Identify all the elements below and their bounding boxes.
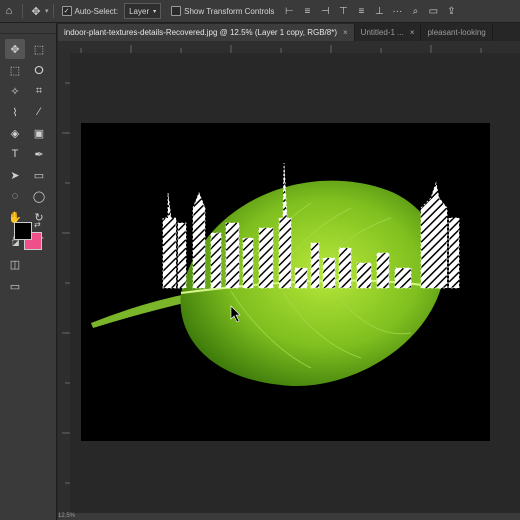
- zoom-readout[interactable]: 12.5%: [58, 513, 75, 519]
- crop-tool-icon[interactable]: ⌗: [29, 81, 49, 101]
- ruler-ticks: [62, 82, 70, 484]
- close-icon[interactable]: ×: [343, 28, 348, 37]
- eraser-icon[interactable]: ◈: [5, 123, 25, 143]
- magic-wand-icon[interactable]: ✧: [5, 81, 25, 101]
- show-transform-label: Show Transform Controls: [184, 6, 275, 16]
- options-bar: ⌂ ✥ ▾ ✓ Auto-Select: Layer ▾ Show Transf…: [0, 0, 520, 23]
- tab-document-2[interactable]: Untitled-1 ... ×: [355, 24, 422, 41]
- move-tool-icon[interactable]: ✥: [5, 39, 25, 59]
- more-options-icon[interactable]: ···: [390, 4, 404, 18]
- tab-label: pleasant-looking: [427, 28, 486, 37]
- lasso-tool-icon[interactable]: ⵔ: [29, 60, 49, 80]
- rectangle-tool-icon[interactable]: ▭: [29, 165, 49, 185]
- brush-tool-icon[interactable]: ⁄: [29, 102, 49, 122]
- marquee-tool-icon[interactable]: ⬚: [5, 60, 25, 80]
- close-icon[interactable]: ×: [410, 28, 415, 37]
- status-bar: 12.5%: [58, 513, 520, 520]
- type-tool-icon[interactable]: T: [5, 144, 25, 164]
- path-selection-icon[interactable]: ➤: [5, 165, 25, 185]
- align-top-icon[interactable]: ⊤: [336, 4, 350, 18]
- layer-select[interactable]: Layer ▾: [124, 3, 162, 19]
- tab-label: indoor-plant-textures-details-Recovered.…: [64, 28, 337, 37]
- align-middle-icon[interactable]: ≡: [354, 4, 368, 18]
- document-tabs: indoor-plant-textures-details-Recovered.…: [58, 23, 520, 41]
- align-buttons: ⊢ ≡ ⊣ ⊤ ≡ ⊥ ··· ⌕ ▭ ⇪: [282, 4, 458, 18]
- tab-document-1[interactable]: indoor-plant-textures-details-Recovered.…: [58, 24, 355, 41]
- artboard-tool-icon[interactable]: ⬚: [29, 39, 49, 59]
- workspace-icon[interactable]: ▭: [426, 4, 440, 18]
- move-tool-icon[interactable]: ✥: [27, 0, 45, 22]
- eyedropper-icon[interactable]: ⌇: [5, 102, 25, 122]
- screen-mode-icon[interactable]: ▭: [5, 276, 25, 296]
- align-center-icon[interactable]: ≡: [300, 4, 314, 18]
- quick-mask-icon[interactable]: ◫: [5, 254, 25, 274]
- divider: [52, 4, 54, 18]
- document-canvas[interactable]: [81, 123, 490, 441]
- chevron-down-icon[interactable]: ▾: [45, 7, 49, 15]
- leaf-artwork: [91, 162, 460, 387]
- blur-tool-icon[interactable]: ◌: [5, 186, 25, 206]
- home-icon[interactable]: ⌂: [0, 0, 18, 22]
- chevron-down-icon: ▾: [153, 8, 157, 15]
- tab-label: Untitled-1 ...: [360, 28, 404, 37]
- panel-grip[interactable]: [0, 23, 56, 34]
- swap-colors-icon[interactable]: ⇄: [34, 220, 41, 229]
- search-icon[interactable]: ⌕: [408, 4, 422, 18]
- layer-select-value: Layer: [129, 6, 150, 16]
- share-icon[interactable]: ⇪: [444, 4, 458, 18]
- ruler-ticks: [80, 45, 482, 53]
- leaf-stem: [91, 293, 193, 328]
- align-right-icon[interactable]: ⊣: [318, 4, 332, 18]
- align-bottom-icon[interactable]: ⊥: [372, 4, 386, 18]
- default-colors-icon[interactable]: ◪: [12, 238, 20, 247]
- pen-tool-icon[interactable]: ✒: [29, 144, 49, 164]
- align-left-icon[interactable]: ⊢: [282, 4, 296, 18]
- auto-select-checkbox[interactable]: ✓: [61, 6, 72, 16]
- gradient-tool-icon[interactable]: ▣: [29, 123, 49, 143]
- tab-document-3[interactable]: pleasant-looking: [421, 24, 493, 41]
- auto-select-label: Auto-Select:: [74, 6, 119, 16]
- show-transform-checkbox[interactable]: [171, 6, 182, 16]
- divider: [22, 4, 23, 18]
- ellipse-tool-icon[interactable]: ◯: [29, 186, 49, 206]
